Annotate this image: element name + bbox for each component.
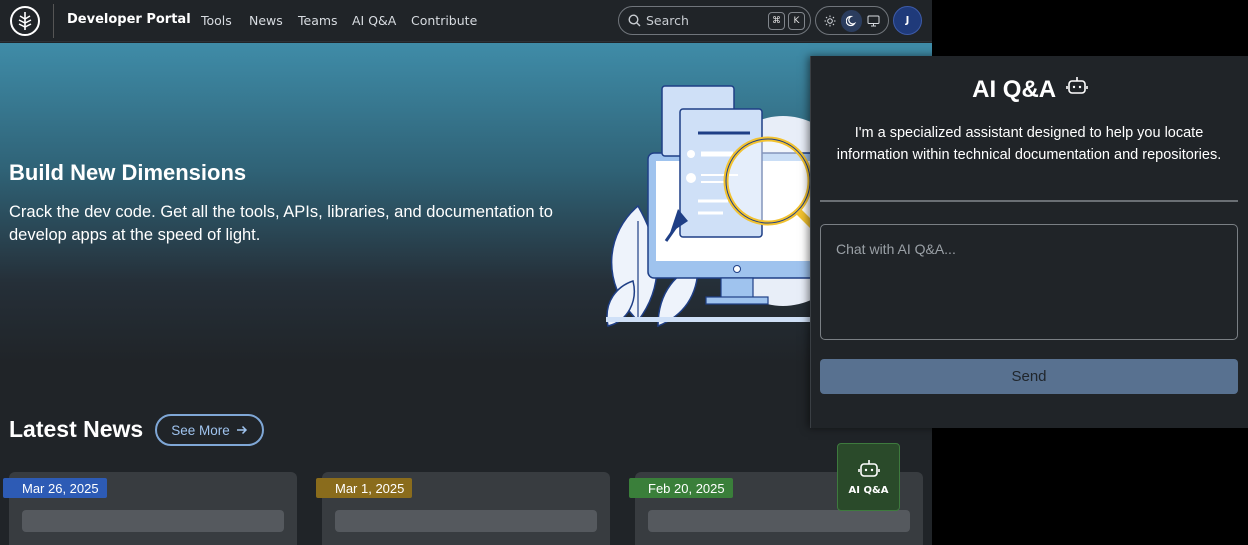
tree-logo-icon[interactable] (10, 6, 40, 36)
see-more-button[interactable]: See More (155, 414, 264, 446)
ai-qa-panel-title: AI Q&A (811, 76, 1248, 104)
moon-icon[interactable] (841, 9, 862, 32)
brand-title[interactable]: Developer Portal (67, 12, 191, 27)
nav-link-tools[interactable]: Tools (201, 13, 232, 28)
arrow-right-icon (236, 425, 247, 435)
page: Developer Portal Tools News Teams AI Q&A… (0, 0, 932, 545)
news-card-placeholder (335, 510, 597, 532)
nav-link-news[interactable]: News (249, 13, 283, 28)
news-card-placeholder (22, 510, 284, 532)
nav-link-contribute[interactable]: Contribute (411, 13, 477, 28)
hero-banner: Build New Dimensions Crack the dev code.… (0, 43, 932, 363)
chat-input[interactable] (820, 224, 1238, 340)
news-card-placeholder (648, 510, 910, 532)
hero-title: Build New Dimensions (9, 160, 247, 185)
ai-qa-panel: AI Q&A I'm a specialized assistant desig… (810, 56, 1248, 428)
search-button[interactable]: Search ⌘ K (618, 6, 811, 35)
ai-qa-panel-title-text: AI Q&A (972, 76, 1056, 103)
news-date-badge-1: Mar 26, 2025 (3, 478, 107, 498)
nav-link-teams[interactable]: Teams (298, 13, 338, 28)
robot-icon (1066, 77, 1088, 94)
top-nav: Developer Portal Tools News Teams AI Q&A… (0, 0, 932, 42)
latest-news-heading: Latest News (9, 416, 144, 442)
theme-switcher (815, 6, 889, 35)
send-button[interactable]: Send (820, 359, 1238, 394)
documentation-illustration (606, 85, 828, 328)
kbd-cmd: ⌘ (768, 12, 785, 30)
robot-icon (857, 459, 880, 477)
news-date-badge-2: Mar 1, 2025 (316, 478, 413, 498)
ai-qa-floating-button[interactable]: AI Q&A (837, 443, 900, 511)
nav-divider (53, 4, 54, 38)
ai-qa-floating-label: AI Q&A (848, 484, 889, 496)
nav-link-ai-qa[interactable]: AI Q&A (352, 13, 396, 28)
search-label: Search (646, 13, 689, 28)
sun-icon[interactable] (819, 10, 840, 32)
panel-divider (820, 200, 1238, 202)
hero-subtitle: Crack the dev code. Get all the tools, A… (9, 203, 553, 244)
kbd-k: K (788, 12, 805, 30)
see-more-label: See More (171, 422, 230, 438)
ai-qa-description: I'm a specialized assistant designed to … (836, 125, 1222, 163)
search-icon (628, 14, 641, 27)
avatar[interactable]: J (893, 6, 922, 35)
news-date-badge-3: Feb 20, 2025 (629, 478, 733, 498)
monitor-icon[interactable] (863, 10, 884, 32)
